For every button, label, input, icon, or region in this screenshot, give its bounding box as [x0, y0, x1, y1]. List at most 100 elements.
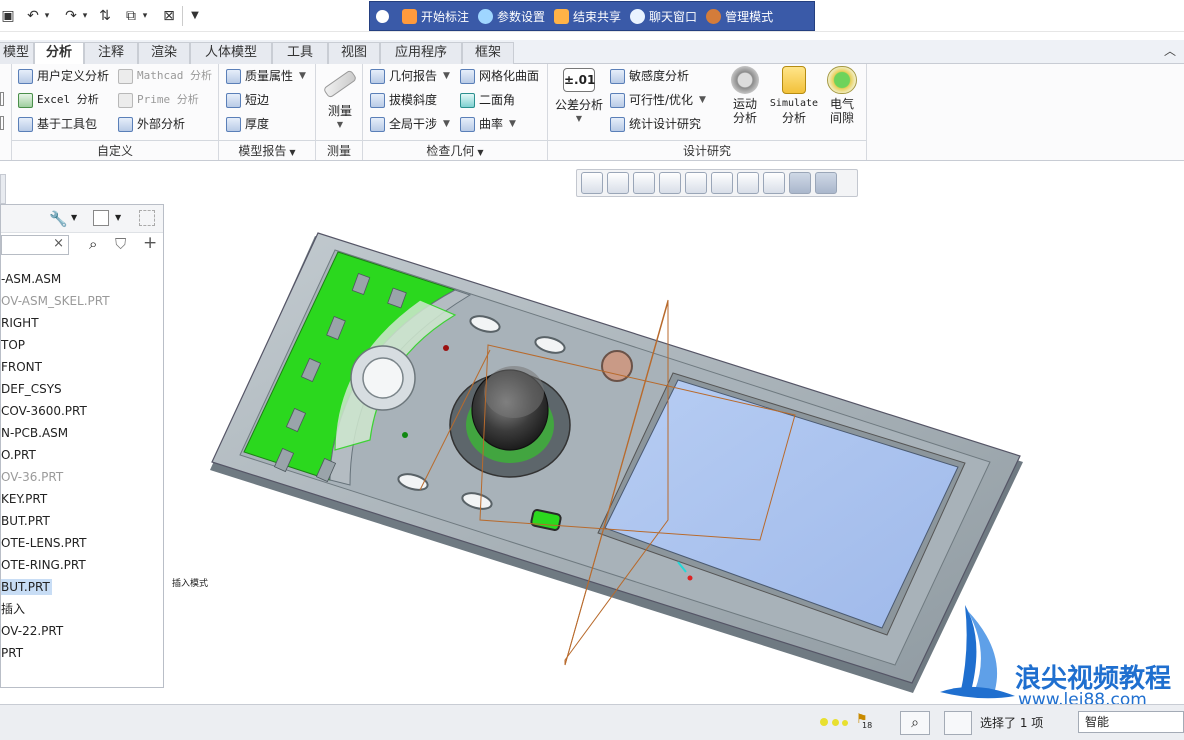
tab-framework[interactable]: 框架: [462, 42, 514, 64]
dropdown-arrow-icon[interactable]: ▼: [115, 213, 121, 222]
dropdown-arrow-icon[interactable]: ▼: [509, 114, 516, 134]
redo-icon[interactable]: ↷: [62, 6, 80, 26]
dropdown-arrow-icon[interactable]: ▼: [299, 66, 306, 86]
tree-row[interactable]: COV-3600.PRT: [1, 400, 163, 422]
pin-button[interactable]: [376, 9, 393, 23]
electrical-clearance-button[interactable]: 电气 间隙: [822, 66, 862, 125]
tab-applications[interactable]: 应用程序: [380, 42, 462, 64]
tree-row[interactable]: OTE-LENS.PRT: [1, 532, 163, 554]
tree-row[interactable]: RIGHT: [1, 312, 163, 334]
refit-icon[interactable]: [581, 172, 603, 194]
tab-manikin[interactable]: 人体模型: [190, 42, 272, 64]
tab-view[interactable]: 视图: [328, 42, 380, 64]
tab-render[interactable]: 渲染: [138, 42, 190, 64]
excel-analysis-button[interactable]: Excel 分析: [18, 90, 99, 110]
find-icon[interactable]: ⌕: [89, 235, 97, 253]
tree-row[interactable]: TOP: [1, 334, 163, 356]
global-interference-button[interactable]: 全局干涉 ▼: [370, 114, 450, 134]
tree-row[interactable]: BUT.PRT: [1, 510, 163, 532]
tree-row[interactable]: KEY.PRT: [1, 488, 163, 510]
group-label-model-report[interactable]: 模型报告 ▼: [219, 140, 315, 160]
perspective-icon[interactable]: [763, 172, 785, 194]
save-icon[interactable]: ▣: [0, 6, 16, 26]
tree-row[interactable]: -ASM.ASM: [1, 268, 163, 290]
annotation-display-icon[interactable]: [815, 172, 837, 194]
tree-row[interactable]: OTE-RING.PRT: [1, 554, 163, 576]
undo-icon[interactable]: ↶: [24, 6, 42, 26]
tab-annotate[interactable]: 注释: [84, 42, 138, 64]
zoom-out-icon[interactable]: [633, 172, 655, 194]
filter-icon[interactable]: ⛉: [115, 235, 126, 253]
tolerance-analysis-button[interactable]: ±.01 公差分析 ▼: [552, 68, 606, 126]
dropdown-arrow-icon[interactable]: ▼: [71, 213, 77, 222]
tree-search-input[interactable]: ×: [1, 235, 69, 255]
tree-row[interactable]: DEF_CSYS: [1, 378, 163, 400]
admin-mode-button[interactable]: 管理模式: [706, 8, 773, 25]
display-style-icon[interactable]: [711, 172, 733, 194]
toolkit-analysis-button[interactable]: 基于工具包: [18, 114, 97, 134]
simulate-analysis-button[interactable]: Simulate 分析: [768, 66, 820, 125]
geometry-report-button[interactable]: 几何报告 ▼: [370, 66, 450, 86]
view-manager-icon[interactable]: [737, 172, 759, 194]
tree-row[interactable]: BUT.PRT: [1, 576, 163, 598]
mass-properties-button[interactable]: 质量属性 ▼: [226, 66, 306, 86]
dropdown-arrow-icon[interactable]: ▼: [699, 90, 706, 110]
tree-row[interactable]: OV-ASM_SKEL.PRT: [1, 290, 163, 312]
statistical-design-study-button[interactable]: 统计设计研究: [610, 114, 701, 134]
feasibility-optimization-button[interactable]: 可行性/优化 ▼: [610, 90, 706, 110]
start-annotation-button[interactable]: 开始标注: [402, 8, 469, 25]
undo-dropdown-icon[interactable]: ▾: [42, 6, 52, 26]
dihedral-angle-button[interactable]: 二面角: [460, 90, 515, 110]
tab-model[interactable]: 模型: [0, 42, 34, 64]
stop-share-button[interactable]: 结束共享: [554, 8, 621, 25]
find-binoculars-button[interactable]: ⌕: [900, 711, 930, 735]
tree-row[interactable]: PRT: [1, 642, 163, 664]
tree-row[interactable]: OV-22.PRT: [1, 620, 163, 642]
tree-settings-icon[interactable]: 🔧: [49, 210, 68, 228]
group-label-inspect-geometry[interactable]: 检查几何 ▼: [363, 140, 547, 160]
regenerate-icon[interactable]: ⇅: [96, 6, 114, 26]
windows-icon[interactable]: ⧉: [122, 6, 140, 26]
sensitivity-analysis-button[interactable]: 敏感度分析: [610, 66, 689, 86]
mesh-surface-button[interactable]: 网格化曲面: [460, 66, 539, 86]
panel-tab[interactable]: [0, 174, 6, 204]
selection-filter-select[interactable]: 智能: [1078, 711, 1184, 733]
selection-buffer-button[interactable]: [944, 711, 972, 735]
thickness-button[interactable]: 厚度: [226, 114, 269, 134]
draft-button[interactable]: 拔模斜度: [370, 90, 437, 110]
user-defined-analysis-button[interactable]: 用户定义分析: [18, 66, 109, 86]
add-icon[interactable]: +: [143, 233, 157, 253]
windows-dropdown-icon[interactable]: ▾: [140, 6, 150, 26]
repaint-icon[interactable]: [659, 172, 681, 194]
tree-row[interactable]: OV-36.PRT: [1, 466, 163, 488]
model-view[interactable]: [165, 200, 1184, 702]
redo-dropdown-icon[interactable]: ▾: [80, 6, 90, 26]
short-edge-button[interactable]: 短边: [226, 90, 269, 110]
motion-analysis-button[interactable]: 运动 分析: [724, 66, 766, 125]
datum-display-icon[interactable]: [789, 172, 811, 194]
collapse-ribbon-icon[interactable]: ︿: [1164, 42, 1176, 59]
mathcad-analysis-button[interactable]: Mathcad 分析: [118, 66, 212, 86]
prime-analysis-button[interactable]: Prime 分析: [118, 90, 199, 110]
tab-tools[interactable]: 工具: [272, 42, 328, 64]
dropdown-arrow-icon[interactable]: ▼: [443, 114, 450, 134]
tree-columns-icon[interactable]: [93, 210, 109, 226]
external-analysis-button[interactable]: 外部分析: [118, 114, 185, 134]
curvature-button[interactable]: 曲率 ▼: [460, 114, 516, 134]
saved-views-icon[interactable]: [685, 172, 707, 194]
clear-search-icon[interactable]: ×: [53, 236, 64, 251]
graphics-canvas[interactable]: [165, 200, 1184, 702]
tree-row[interactable]: FRONT: [1, 356, 163, 378]
tree-row[interactable]: 插入: [1, 598, 163, 620]
customize-dropdown-icon[interactable]: ▼: [188, 6, 202, 26]
tab-analysis[interactable]: 分析: [34, 42, 84, 65]
close-window-icon[interactable]: ⊠: [160, 6, 178, 26]
tree-row[interactable]: O.PRT: [1, 444, 163, 466]
tree-filter-display-icon[interactable]: [139, 210, 155, 226]
settings-button[interactable]: 参数设置: [478, 8, 545, 25]
measure-button[interactable]: 测量 ▼: [320, 68, 360, 132]
tree-row[interactable]: N-PCB.ASM: [1, 422, 163, 444]
zoom-in-icon[interactable]: [607, 172, 629, 194]
chat-button[interactable]: 聊天窗口: [630, 8, 697, 25]
dropdown-arrow-icon[interactable]: ▼: [443, 66, 450, 86]
